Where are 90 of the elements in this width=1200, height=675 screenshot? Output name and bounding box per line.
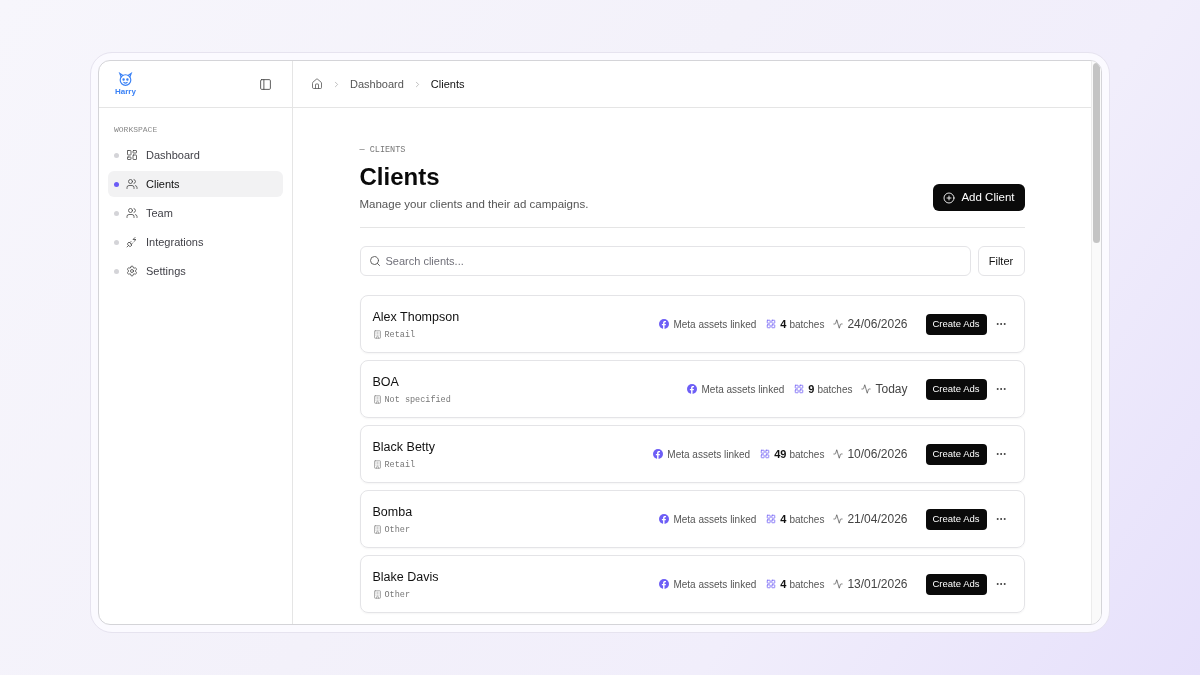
client-card[interactable]: Bomba Other Meta assets linked 4 batches 21/04/2026 Create Ads [359, 490, 1025, 548]
mascot-icon [116, 72, 134, 87]
breadcrumb-link[interactable]: Clients [430, 75, 465, 93]
plug-icon [126, 236, 138, 248]
client-category: Retail [384, 459, 416, 470]
create-ads-button[interactable]: Create Ads [925, 443, 987, 465]
batch-label: batches [789, 577, 825, 592]
facebook-icon [653, 449, 664, 459]
eyebrow-label: — CLIENTS [359, 145, 407, 155]
client-category: Other [384, 524, 410, 535]
client-category: Other [384, 589, 410, 600]
grid-icon [766, 579, 777, 589]
search-field[interactable]: Search clients... [359, 246, 971, 276]
batch-count: 4 [780, 316, 787, 332]
scrollbar[interactable] [1091, 61, 1101, 624]
nav-item[interactable]: Settings [108, 258, 283, 284]
client-card[interactable]: BOA Not specified Meta assets linked 9 batches Today Create Ads [359, 360, 1025, 418]
last-activity: 13/01/2026 [847, 576, 908, 593]
client-category: Not specified [384, 394, 451, 405]
nav-item[interactable]: Clients [108, 171, 283, 197]
home-icon [311, 78, 323, 90]
building-icon [372, 460, 382, 469]
breadcrumb-link[interactable]: Dashboard [350, 75, 404, 93]
meta-status: Meta assets linked [673, 577, 757, 592]
nav-item[interactable]: Integrations [108, 229, 283, 255]
batch-label: batches [789, 512, 825, 527]
home-button[interactable] [311, 78, 323, 90]
dashboard-icon [126, 149, 138, 161]
client-name: Blake Davis [372, 568, 439, 585]
client-card[interactable]: Blake Davis Other Meta assets linked 4 batches 13/01/2026 Create Ads [359, 555, 1025, 613]
grid-icon [794, 384, 805, 394]
facebook-icon [687, 384, 698, 394]
meta-status: Meta assets linked [673, 317, 757, 332]
client-name: Black Betty [372, 438, 436, 455]
users-icon [126, 178, 138, 190]
batch-count: 9 [808, 381, 815, 397]
building-icon [372, 395, 382, 404]
activity-icon [833, 579, 844, 589]
plus-circle-icon [943, 191, 956, 204]
client-card[interactable]: Black Betty Retail Meta assets linked 49 batches 10/06/2026 Create Ads [359, 425, 1025, 483]
panel-left-icon [259, 77, 272, 91]
batch-label: batches [789, 447, 825, 462]
activity-icon [833, 319, 844, 329]
sidebar-toggle-button[interactable] [259, 77, 272, 91]
page-title: Clients [359, 163, 441, 191]
grid-icon [766, 319, 777, 329]
meta-status: Meta assets linked [667, 447, 751, 462]
facebook-icon [659, 579, 670, 589]
nav-item[interactable]: Dashboard [108, 142, 283, 168]
facebook-icon [659, 319, 670, 329]
activity-icon [833, 514, 844, 524]
building-icon [372, 330, 382, 339]
users-icon [126, 207, 138, 219]
grid-icon [760, 449, 771, 459]
create-ads-button[interactable]: Create Ads [925, 313, 987, 335]
nav-item[interactable]: Team [108, 200, 283, 226]
client-name: Alex Thompson [372, 308, 460, 325]
batch-label: batches [817, 382, 853, 397]
client-name: BOA [372, 373, 400, 390]
last-activity: 10/06/2026 [847, 446, 908, 463]
batch-count: 49 [774, 446, 787, 462]
building-icon [372, 590, 382, 599]
create-ads-button[interactable]: Create Ads [925, 378, 987, 400]
meta-status: Meta assets linked [673, 512, 757, 527]
client-card[interactable]: Alex Thompson Retail Meta assets linked 4 batches 24/06/2026 Create Ads [359, 295, 1025, 353]
grid-icon [766, 514, 777, 524]
settings-icon [126, 265, 138, 277]
batch-count: 4 [780, 576, 787, 592]
activity-icon [861, 384, 872, 394]
last-activity: Today [875, 381, 908, 398]
meta-status: Meta assets linked [701, 382, 785, 397]
client-name: Bomba [372, 503, 413, 520]
batch-label: batches [789, 317, 825, 332]
create-ads-button[interactable]: Create Ads [925, 508, 987, 530]
chevron-right-icon [332, 79, 341, 89]
search-icon [368, 255, 381, 267]
batch-count: 4 [780, 511, 787, 527]
facebook-icon [659, 514, 670, 524]
client-category: Retail [384, 329, 416, 340]
page-subtitle: Manage your clients and their ad campaigns. [359, 197, 589, 212]
scrollbar-thumb[interactable] [1093, 63, 1100, 243]
add-client-button[interactable]: Add Client [933, 184, 1025, 211]
building-icon [372, 525, 382, 534]
section-label: WORKSPACE [113, 125, 159, 134]
last-activity: 21/04/2026 [847, 511, 908, 528]
filter-button[interactable]: Filter [977, 246, 1025, 276]
create-ads-button[interactable]: Create Ads [925, 573, 987, 595]
logo-text: Harry [115, 87, 136, 96]
last-activity: 24/06/2026 [847, 316, 908, 333]
activity-icon [833, 449, 844, 459]
